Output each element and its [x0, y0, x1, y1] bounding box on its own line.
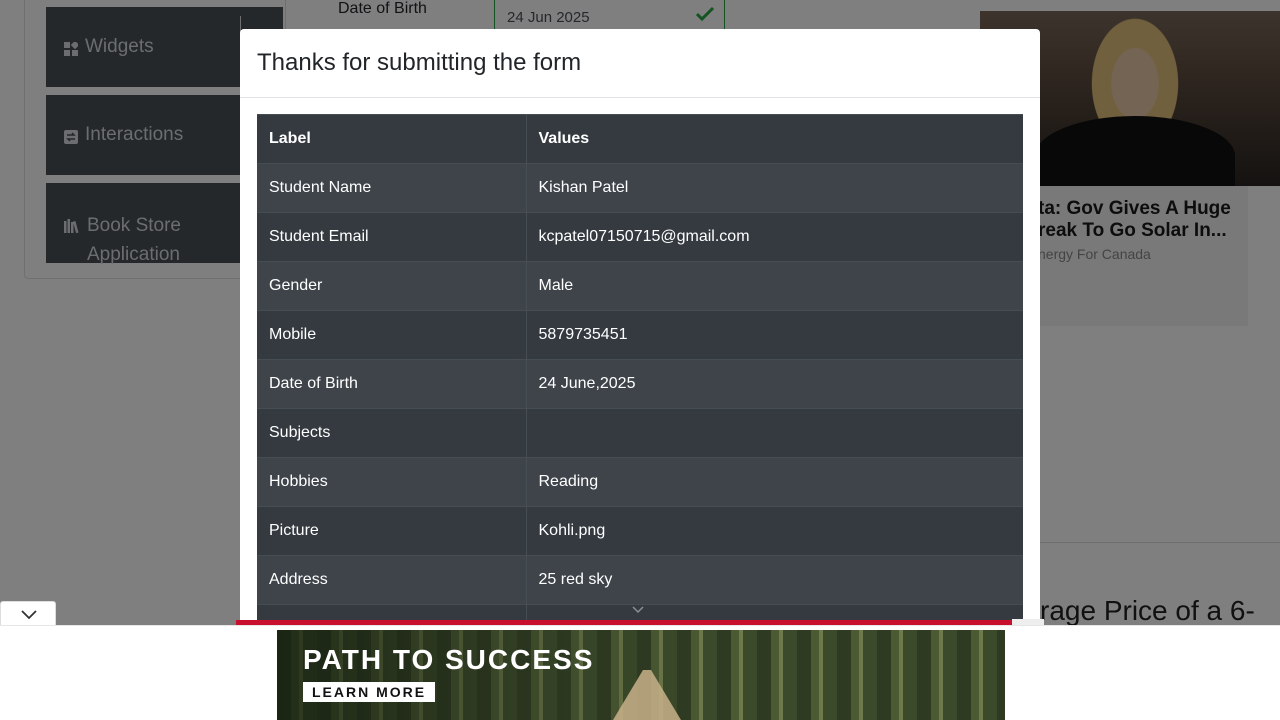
- table-row: Student Email kcpatel07150715@gmail.com: [257, 212, 1023, 262]
- row-value: 24 June,2025: [526, 359, 1023, 409]
- ad-collapse-button[interactable]: [0, 601, 56, 625]
- row-label: Gender: [257, 261, 527, 311]
- table-row: Address 25 red sky: [257, 555, 1023, 605]
- modal-body: Label Values Student Name Kishan Patel S…: [240, 98, 1040, 629]
- column-header-values: Values: [526, 114, 1023, 164]
- table-row: Gender Male: [257, 261, 1023, 311]
- row-value: Male: [526, 261, 1023, 311]
- row-value: 25 red sky: [526, 555, 1023, 605]
- row-value: kcpatel07150715@gmail.com: [526, 212, 1023, 262]
- ad-title: PATH TO SUCCESS: [303, 644, 595, 675]
- row-label: Student Email: [257, 212, 527, 262]
- row-label: Picture: [257, 506, 527, 556]
- row-label: Subjects: [257, 408, 527, 458]
- row-value: Kohli.png: [526, 506, 1023, 556]
- row-value: Reading: [526, 457, 1023, 507]
- modal-title: Thanks for submitting the form: [257, 49, 582, 76]
- table-row: Picture Kohli.png: [257, 506, 1023, 556]
- submission-modal: Thanks for submitting the form Label Val…: [240, 29, 1040, 629]
- row-label: Date of Birth: [257, 359, 527, 409]
- row-value: [526, 408, 1023, 458]
- bottom-ad-banner[interactable]: PATH TO SUCCESS LEARN MORE: [277, 630, 1005, 720]
- forest-path-image: [607, 670, 687, 720]
- row-label: Student Name: [257, 163, 527, 213]
- modal-header: Thanks for submitting the form: [240, 29, 1040, 98]
- table-row: Mobile 5879735451: [257, 310, 1023, 360]
- row-label: Hobbies: [257, 457, 527, 507]
- results-table: Label Values Student Name Kishan Patel S…: [257, 114, 1023, 629]
- table-header-row: Label Values: [257, 114, 1023, 164]
- row-value: Kishan Patel: [526, 163, 1023, 213]
- row-value: 5879735451: [526, 310, 1023, 360]
- table-row: Date of Birth 24 June,2025: [257, 359, 1023, 409]
- row-label: Address: [257, 555, 527, 605]
- chevron-down-icon: [21, 610, 37, 619]
- table-row: Subjects: [257, 408, 1023, 458]
- table-row: Hobbies Reading: [257, 457, 1023, 507]
- column-header-label: Label: [257, 114, 527, 164]
- row-label: Mobile: [257, 310, 527, 360]
- chevron-down-icon: [632, 606, 644, 614]
- learn-more-button[interactable]: LEARN MORE: [303, 682, 436, 702]
- table-row: Student Name Kishan Patel: [257, 163, 1023, 213]
